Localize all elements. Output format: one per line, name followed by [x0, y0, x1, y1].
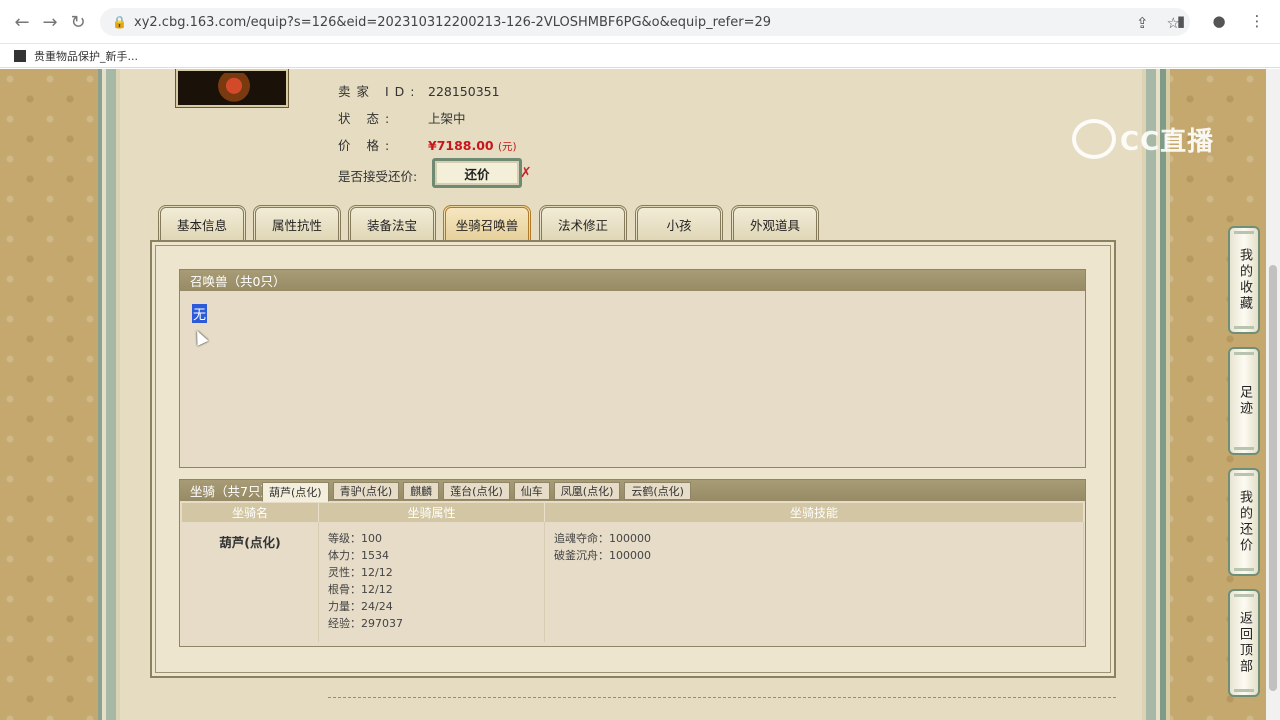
address-bar[interactable]: 🔒 xy2.cbg.163.com/equip?s=126&eid=202310… [100, 8, 1190, 36]
seller-id-label: 卖家 ID: [338, 84, 421, 99]
lock-icon: 🔒 [112, 15, 127, 29]
bargain-button[interactable]: 还价 [432, 158, 522, 188]
mount-tabs: 葫芦(点化) 青驴(点化) 麒麟 莲台(点化) 仙车 凤凰(点化) 云鹤(点化) [262, 482, 691, 502]
mount-skill: 破釜沉舟：100000 [554, 549, 651, 562]
divider [328, 697, 1116, 698]
mount-tab[interactable]: 仙车 [513, 482, 550, 500]
menu-icon[interactable]: ⋮ [1246, 10, 1268, 32]
mount-tab[interactable]: 莲台(点化) [443, 482, 510, 500]
page: 卖家 ID: 228150351 状 态: 上架中 价 格: ¥7188.00 (元)… [0, 69, 1280, 720]
mount-attributes: 等级：100 体力：1534 灵性：12/12 根骨：12/12 力量：24/2… [319, 522, 545, 642]
my-bargains-button[interactable]: 我的还价 [1228, 468, 1260, 576]
price-row: 价 格: ¥7188.00 (元) [338, 135, 517, 154]
footprints-label: 足迹 [1237, 385, 1252, 417]
mount-attr: 等级：100 [328, 532, 382, 545]
my-bargains-label: 我的还价 [1237, 490, 1252, 554]
frame-left [98, 69, 120, 720]
browser-toolbar: ← → ↻ 🔒 xy2.cbg.163.com/equip?s=126&eid=… [0, 0, 1280, 44]
share-icon[interactable]: ⇪ [1136, 14, 1149, 32]
tab-appearance[interactable]: 外观道具 [731, 205, 819, 241]
back-arrow-icon[interactable]: ← [10, 10, 34, 34]
bookmark-item[interactable]: 贵重物品保护_新手... [34, 48, 138, 64]
reload-icon[interactable]: ↻ [66, 10, 90, 34]
seller-id-value: 228150351 [428, 84, 500, 99]
scrollbar[interactable] [1266, 69, 1280, 720]
bookmark-icon [14, 49, 26, 62]
tab-equipment[interactable]: 装备法宝 [348, 205, 436, 241]
sidebar-toggle-icon[interactable]: ▮ [1170, 10, 1192, 32]
footprints-button[interactable]: 足迹 [1228, 347, 1260, 455]
mount-table: 坐骑名 坐骑属性 坐骑技能 葫芦(点化) 等级：100 体力：1534 灵性：1… [182, 503, 1084, 642]
url-text: xy2.cbg.163.com/equip?s=126&eid=20231031… [134, 14, 772, 30]
mount-attr: 灵性：12/12 [328, 566, 393, 579]
watermark-text: CC直播 [1120, 126, 1215, 157]
mount-tab[interactable]: 葫芦(点化) [262, 482, 329, 502]
price-value: ¥7188.00 (元) [428, 138, 517, 153]
mount-tab[interactable]: 麒麟 [403, 482, 440, 500]
bookmarks-bar: 贵重物品保护_新手... [0, 44, 1280, 68]
mount-name: 葫芦(点化) [182, 522, 319, 642]
mount-tab[interactable]: 云鹤(点化) [624, 482, 691, 500]
tab-basic-info[interactable]: 基本信息 [158, 205, 246, 241]
character-thumbnail [175, 69, 289, 108]
status-row: 状 态: 上架中 [338, 108, 466, 127]
status-value: 上架中 [428, 111, 466, 126]
price-label: 价 格: [338, 138, 396, 153]
bargain-row: 是否接受还价: [338, 166, 417, 185]
mount-tab[interactable]: 凤凰(点化) [553, 482, 621, 500]
mount-attr: 根骨：12/12 [328, 583, 393, 596]
favorites-button[interactable]: 我的收藏 [1228, 226, 1260, 334]
tab-child[interactable]: 小孩 [635, 205, 723, 241]
mouse-cursor-icon [191, 328, 209, 346]
status-label: 状 态: [338, 111, 396, 126]
cc-logo-icon [1072, 119, 1116, 159]
table-row: 葫芦(点化) 等级：100 体力：1534 灵性：12/12 根骨：12/12 … [182, 522, 1084, 642]
back-to-top-button[interactable]: 返回顶部 [1228, 589, 1260, 697]
mount-table-header: 坐骑名 坐骑属性 坐骑技能 [182, 503, 1084, 522]
tab-mounts-summons[interactable]: 坐骑召唤兽 [443, 205, 531, 241]
column-header: 坐骑属性 [319, 503, 545, 522]
mount-tab[interactable]: 青驴(点化) [332, 482, 400, 500]
watermark: CC直播 [1072, 119, 1214, 159]
back-to-top-label: 返回顶部 [1237, 611, 1252, 675]
mount-attr: 经验：297037 [328, 617, 403, 630]
mount-skills: 追魂夺命：100000 破釜沉舟：100000 [545, 522, 1084, 642]
summon-title: 召唤兽（共0只） [180, 270, 1085, 291]
column-header: 坐骑技能 [545, 503, 1084, 522]
seller-id-row: 卖家 ID: 228150351 [338, 81, 500, 100]
frame-right [1142, 69, 1170, 720]
bargain-label: 是否接受还价: [338, 169, 418, 184]
forward-arrow-icon[interactable]: → [38, 10, 62, 34]
scrollbar-thumb[interactable] [1269, 265, 1277, 691]
mount-box: 坐骑（共7只） 葫芦(点化) 青驴(点化) 麒麟 莲台(点化) 仙车 凤凰(点化… [179, 479, 1086, 647]
profile-icon[interactable]: ● [1208, 10, 1230, 32]
price-unit: (元) [498, 141, 517, 153]
mount-attr: 体力：1534 [328, 549, 389, 562]
mount-attr: 力量：24/24 [328, 600, 393, 613]
favorites-label: 我的收藏 [1237, 248, 1252, 312]
bargain-unavailable-icon: ✗ [520, 165, 532, 181]
summon-empty-text: 无 [192, 304, 208, 323]
summon-box: 召唤兽（共0只） 无 [179, 269, 1086, 468]
mount-skill: 追魂夺命：100000 [554, 532, 651, 545]
column-header: 坐骑名 [182, 503, 319, 522]
tab-spell-correction[interactable]: 法术修正 [539, 205, 627, 241]
tab-attributes[interactable]: 属性抗性 [253, 205, 341, 241]
